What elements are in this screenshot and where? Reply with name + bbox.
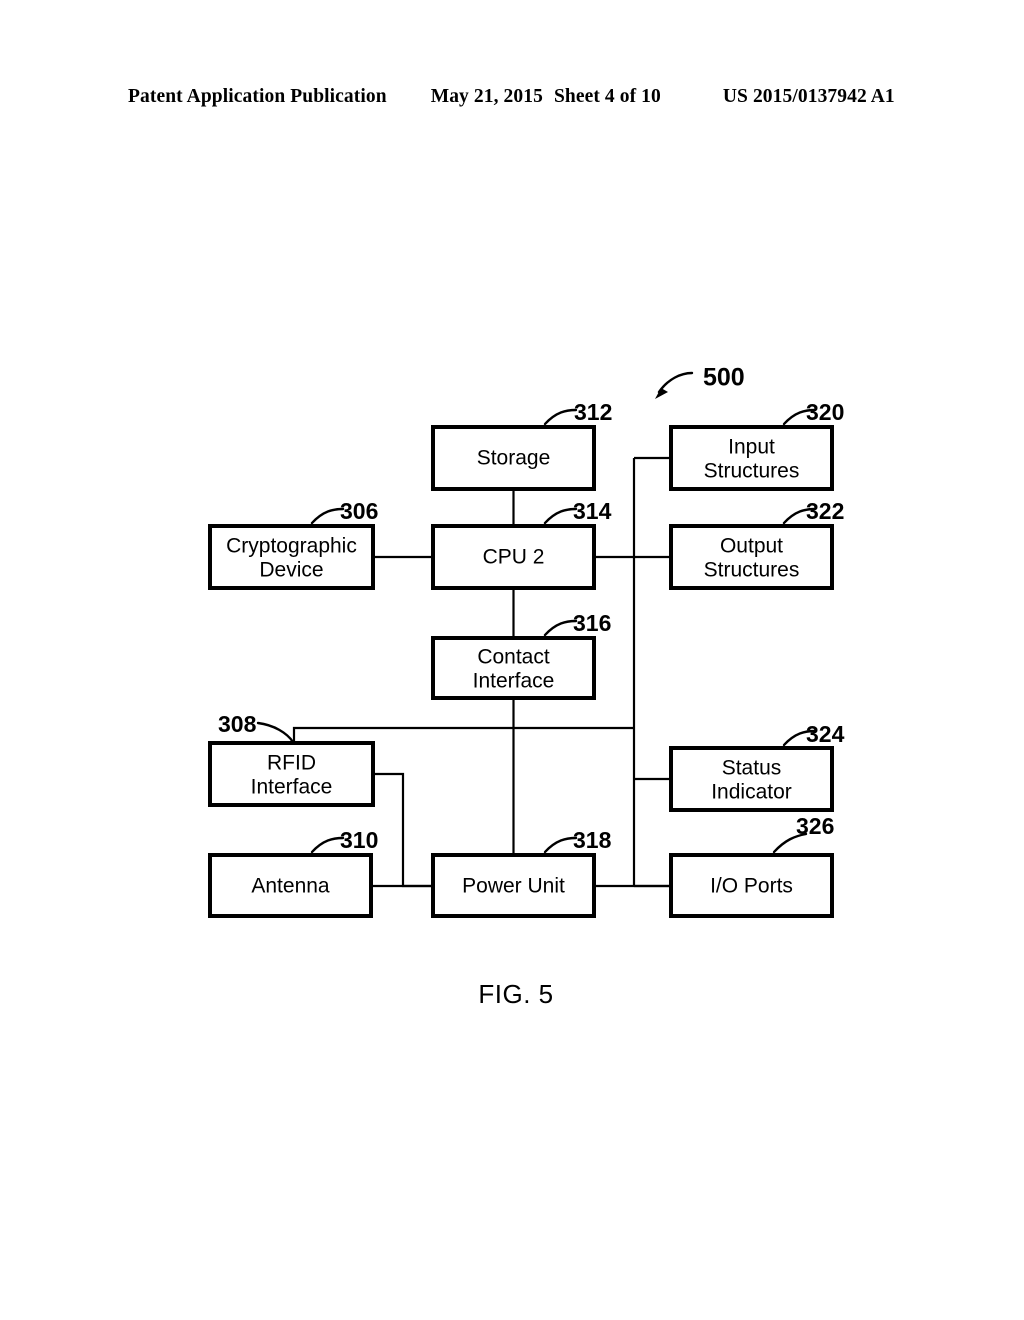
power-unit-label: Power Unit (462, 875, 565, 898)
block-rfid-interface[interactable]: RFID Interface 308 (208, 711, 375, 807)
rfid-interface-label-line1: RFID (267, 752, 316, 775)
cryptographic-device-label-line2: Device (259, 559, 323, 582)
ref-number-320: 320 (806, 399, 844, 425)
ref-number-308: 308 (218, 711, 257, 737)
block-cryptographic-device[interactable]: Cryptographic Device 306 (208, 498, 378, 590)
block-power-unit[interactable]: Power Unit 318 (431, 827, 612, 918)
ref-number-312: 312 (574, 399, 612, 425)
system-reference-500: 500 (655, 364, 745, 399)
input-structures-label-line2: Structures (704, 460, 800, 483)
cryptographic-device-label-line1: Cryptographic (226, 535, 357, 558)
ref-number-314: 314 (573, 498, 612, 524)
figure-caption: FIG. 5 (478, 979, 553, 1009)
rfid-interface-label-line2: Interface (251, 776, 333, 799)
ref-number-310: 310 (340, 827, 378, 853)
leader-line-308 (256, 721, 295, 744)
leader-line-314 (543, 507, 578, 525)
ref-number-324: 324 (806, 721, 845, 747)
ref-number-500: 500 (703, 364, 745, 392)
output-structures-label-line1: Output (720, 535, 783, 558)
status-indicator-label-line2: Indicator (711, 781, 792, 804)
leader-arrow-500 (657, 371, 694, 394)
status-indicator-label-line1: Status (722, 757, 782, 780)
block-input-structures[interactable]: Input Structures 320 (669, 399, 844, 491)
block-status-indicator[interactable]: Status Indicator 324 (669, 721, 845, 812)
block-io-ports[interactable]: I/O Ports 326 (669, 813, 834, 918)
block-contact-interface[interactable]: Contact Interface 316 (431, 610, 611, 700)
edge-rfid-power-link (373, 772, 434, 888)
block-antenna[interactable]: Antenna 310 (208, 827, 378, 918)
figure-5-block-diagram: Storage 312 Input Structures 320 Cryptog… (208, 364, 845, 1009)
contact-interface-label-line2: Interface (473, 670, 555, 693)
input-structures-label-line1: Input (728, 436, 775, 459)
ref-number-318: 318 (573, 827, 612, 853)
antenna-label: Antenna (251, 875, 330, 898)
leader-line-318 (543, 836, 578, 854)
storage-label: Storage (477, 447, 551, 470)
leader-line-310 (310, 836, 345, 854)
ref-number-326: 326 (796, 813, 834, 839)
block-cpu2[interactable]: CPU 2 314 (431, 498, 612, 590)
leader-line-306 (310, 507, 345, 525)
cpu2-label: CPU 2 (483, 546, 545, 569)
leader-line-312 (543, 408, 578, 426)
ref-number-316: 316 (573, 610, 611, 636)
ref-number-306: 306 (340, 498, 378, 524)
block-output-structures[interactable]: Output Structures 322 (669, 498, 844, 590)
output-structures-label-line2: Structures (704, 559, 800, 582)
leader-line-316 (543, 619, 578, 637)
arrowhead-500 (655, 388, 668, 399)
contact-interface-label-line1: Contact (477, 646, 550, 669)
ref-number-322: 322 (806, 498, 844, 524)
block-storage[interactable]: Storage 312 (431, 399, 612, 491)
io-ports-label: I/O Ports (710, 875, 793, 898)
